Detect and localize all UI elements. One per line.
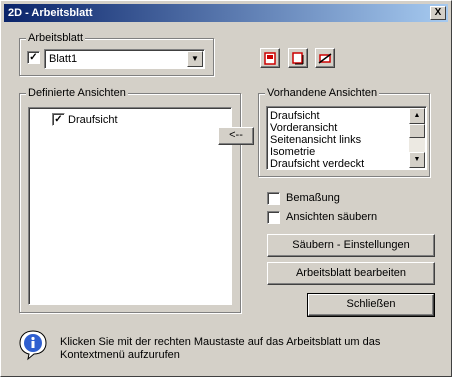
definierte-ansichten-label: Definierte Ansichten bbox=[26, 87, 128, 100]
bemassung-checkbox[interactable] bbox=[267, 192, 280, 205]
info-icon bbox=[19, 330, 47, 361]
checkmark-icon: ✓ bbox=[54, 114, 63, 125]
list-item[interactable]: Draufsicht bbox=[270, 110, 320, 122]
definierte-ansichten-group: Definierte Ansichten ✓ Draufsicht bbox=[19, 87, 241, 313]
scroll-up-icon[interactable]: ▲ bbox=[409, 108, 425, 124]
copy-sheet-button[interactable] bbox=[288, 48, 308, 68]
list-item[interactable]: Draufsicht bbox=[68, 114, 118, 126]
title-bar[interactable]: 2D - Arbeitsblatt X bbox=[4, 4, 448, 22]
list-item[interactable]: Seitenansicht links bbox=[270, 134, 361, 146]
window-title: 2D - Arbeitsblatt bbox=[8, 7, 93, 19]
delete-sheet-button[interactable] bbox=[315, 48, 335, 68]
scroll-down-icon[interactable]: ▼ bbox=[409, 152, 425, 168]
chevron-down-icon[interactable]: ▼ bbox=[187, 51, 203, 67]
ansichten-saeubern-checkbox[interactable] bbox=[267, 211, 280, 224]
close-button[interactable]: X bbox=[430, 6, 446, 20]
vorhandene-ansichten-label: Vorhandene Ansichten bbox=[265, 87, 380, 100]
vorhandene-ansichten-group: Vorhandene Ansichten Draufsicht Vorderan… bbox=[258, 87, 430, 177]
saeubern-einstellungen-button[interactable]: Säubern - Einstellungen bbox=[267, 234, 435, 257]
bemassung-label: Bemaßung bbox=[286, 192, 340, 204]
scroll-thumb[interactable] bbox=[409, 124, 425, 138]
definierte-ansichten-list[interactable]: ✓ Draufsicht bbox=[28, 107, 232, 305]
checkmark-icon: ✓ bbox=[29, 52, 38, 63]
list-item[interactable]: Isometrie bbox=[270, 146, 315, 158]
arbeitsblatt-bearbeiten-button[interactable]: Arbeitsblatt bearbeiten bbox=[267, 262, 435, 285]
new-sheet-button[interactable] bbox=[260, 48, 280, 68]
ansichten-saeubern-label: Ansichten säubern bbox=[286, 211, 378, 223]
new-sheet-icon bbox=[264, 52, 276, 65]
saeubern-einstellungen-label: Säubern - Einstellungen bbox=[292, 239, 410, 251]
copy-sheet-icon bbox=[292, 52, 304, 65]
move-left-label: <-- bbox=[229, 129, 243, 141]
schliessen-button[interactable]: Schließen bbox=[307, 293, 435, 317]
arbeitsblatt-group-label: Arbeitsblatt bbox=[26, 32, 86, 45]
dialog-window: 2D - Arbeitsblatt X Arbeitsblatt ✓ Blatt… bbox=[0, 0, 452, 377]
list-item[interactable]: Vorderansicht bbox=[270, 122, 337, 134]
list-item[interactable]: Draufsicht verdeckt bbox=[270, 158, 364, 169]
arbeitsblatt-select-value: Blatt1 bbox=[49, 53, 78, 65]
schliessen-label: Schließen bbox=[346, 298, 396, 310]
arbeitsblatt-bearbeiten-label: Arbeitsblatt bearbeiten bbox=[295, 267, 407, 279]
arbeitsblatt-select[interactable]: Blatt1 ▼ bbox=[44, 49, 205, 69]
vorhandene-ansichten-list[interactable]: Draufsicht Vorderansicht Seitenansicht l… bbox=[266, 106, 427, 170]
definierte-item-checkbox[interactable]: ✓ bbox=[52, 113, 65, 126]
delete-sheet-icon bbox=[318, 53, 332, 64]
arbeitsblatt-checkbox[interactable]: ✓ bbox=[27, 51, 40, 64]
move-left-button[interactable]: <-- bbox=[218, 127, 254, 145]
close-icon: X bbox=[434, 7, 442, 18]
info-text: Klicken Sie mit der rechten Maustaste au… bbox=[60, 336, 381, 361]
vorhandene-scrollbar[interactable]: ▲ ▼ bbox=[409, 108, 425, 168]
arbeitsblatt-group: Arbeitsblatt ✓ Blatt1 ▼ bbox=[19, 32, 214, 76]
